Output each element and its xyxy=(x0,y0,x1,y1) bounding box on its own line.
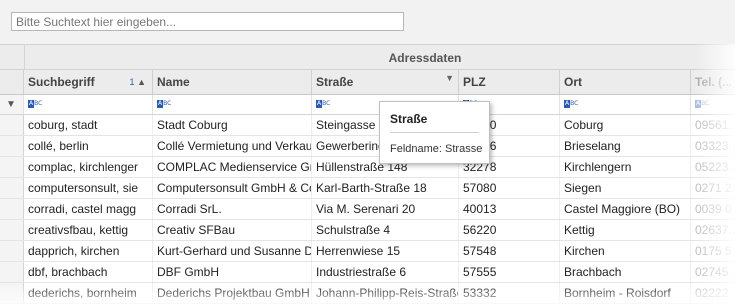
row-indicator[interactable] xyxy=(0,241,24,261)
cell-name[interactable]: Corradi SrL. xyxy=(153,199,312,219)
cell-name[interactable]: Kurt-Gerhard und Susanne D... xyxy=(153,241,312,261)
cell-name[interactable]: Stadt Coburg xyxy=(153,115,312,135)
table-row[interactable]: complac, kirchlenger COMPLAC Medienservic… xyxy=(0,157,735,178)
cell-plz[interactable]: 57080 xyxy=(459,178,560,198)
cell-strasse[interactable]: Via M. Serenari 20 xyxy=(312,199,459,219)
filter-applied-icon[interactable]: ▼ xyxy=(445,70,454,90)
cell-tel[interactable]: 02637... xyxy=(691,220,735,240)
cell-name[interactable]: Computersonsult GmbH & Co.... xyxy=(153,178,312,198)
row-indicator[interactable] xyxy=(0,220,24,240)
tooltip-title: Straße xyxy=(390,112,428,126)
cell-ort[interactable]: Bornheim - Roisdorf xyxy=(560,283,691,303)
cell-name[interactable]: Collé Vermietung und Verkauf... xyxy=(153,136,312,156)
band-header-row: Adressdaten xyxy=(0,44,735,70)
table-row[interactable]: dapprich, kirchen Kurt-Gerhard und Susann… xyxy=(0,241,735,262)
cell-plz[interactable]: 57555 xyxy=(459,262,560,282)
cell-plz[interactable]: 56220 xyxy=(459,220,560,240)
cell-suchbegriff[interactable]: corradi, castel magg xyxy=(24,199,153,219)
row-indicator[interactable] xyxy=(0,136,24,156)
auto-filter-row: ▼ ABC ABC ABC ABC ABC ABC xyxy=(0,95,735,115)
cell-tel[interactable]: 02745... xyxy=(691,262,735,282)
tooltip-body: Feldname: Strasse xyxy=(390,143,483,155)
search-input[interactable] xyxy=(11,12,404,31)
address-grid: Adressdaten Suchbegriff 1 ▲ Name Straße … xyxy=(0,44,735,306)
table-row[interactable]: coburg, stadtStadt CoburgSteingasse 1896… xyxy=(0,115,735,136)
cell-tel[interactable]: 05223... xyxy=(691,157,735,177)
cell-ort[interactable]: Kirchen xyxy=(560,241,691,261)
cell-suchbegriff[interactable]: dapprich, kirchen xyxy=(24,241,153,261)
cell-ort[interactable]: Brachbach xyxy=(560,262,691,282)
column-header-row: Suchbegriff 1 ▲ Name Straße ▼ PLZ Ort Te… xyxy=(0,70,735,95)
row-indicator[interactable] xyxy=(0,283,24,303)
cell-suchbegriff[interactable]: dbf, brachbach xyxy=(24,262,153,282)
cell-strasse[interactable]: Herrenwiese 15 xyxy=(312,241,459,261)
table-row[interactable]: collé, berlin Collé Vermietung und Verkau… xyxy=(0,136,735,157)
cell-tel[interactable]: 0175 5... xyxy=(691,241,735,261)
cell-strasse[interactable]: Johann-Philipp-Reis-Straße 9 xyxy=(312,283,459,303)
cell-tel[interactable]: 03323... xyxy=(691,136,735,156)
row-indicator[interactable] xyxy=(0,178,24,198)
cell-suchbegriff[interactable]: computersonsult, sie xyxy=(24,178,153,198)
header-indicator-cell xyxy=(0,70,24,94)
column-header-suchbegriff[interactable]: Suchbegriff 1 ▲ xyxy=(24,70,153,94)
cell-plz[interactable]: 57548 xyxy=(459,241,560,261)
column-header-plz[interactable]: PLZ xyxy=(459,70,560,94)
cell-suchbegriff[interactable]: creativsfbau, kettig xyxy=(24,220,153,240)
cell-name[interactable]: COMPLAC Medienservice GmbH xyxy=(153,157,312,177)
table-row[interactable]: dbf, brachbach DBF GmbH Industriestraße 65… xyxy=(0,262,735,283)
column-header-label: Straße xyxy=(316,75,354,89)
search-bar xyxy=(0,0,735,44)
cell-tel[interactable]: 02222... xyxy=(691,283,735,303)
cell-suchbegriff[interactable]: complac, kirchlenger xyxy=(24,157,153,177)
funnel-icon: ▼ xyxy=(6,99,16,110)
cell-suchbegriff[interactable]: coburg, stadt xyxy=(24,115,153,135)
table-row[interactable]: dederichs, bornheim Dederichs Projektbau … xyxy=(0,283,735,304)
filter-cell-ort[interactable]: ABC xyxy=(560,95,691,114)
column-tooltip: Straße Feldname: Strasse xyxy=(379,101,490,164)
cell-tel[interactable]: 0039 0... xyxy=(691,199,735,219)
cell-ort[interactable]: Siegen xyxy=(560,178,691,198)
filter-cell-tel[interactable]: ABC xyxy=(691,95,735,114)
abc-text-icon: ABC xyxy=(564,100,579,108)
table-row[interactable]: creativsfbau, kettig Creativ SFBau Schulst… xyxy=(0,220,735,241)
cell-plz[interactable]: 53332 xyxy=(459,283,560,303)
band-title-adressdaten[interactable]: Adressdaten xyxy=(24,45,735,70)
sort-ascending-icon: 1 ▲ xyxy=(129,77,146,87)
abc-text-icon: ABC xyxy=(316,100,331,108)
cell-suchbegriff[interactable]: collé, berlin xyxy=(24,136,153,156)
filter-cell-name[interactable]: ABC xyxy=(153,95,312,114)
cell-ort[interactable]: Brieselang xyxy=(560,136,691,156)
cell-name[interactable]: Dederichs Projektbau GmbH xyxy=(153,283,312,303)
cell-strasse[interactable]: Schulstraße 4 xyxy=(312,220,459,240)
abc-text-icon: ABC xyxy=(157,100,172,108)
row-indicator[interactable] xyxy=(0,199,24,219)
cell-ort[interactable]: Coburg xyxy=(560,115,691,135)
column-header-strasse[interactable]: Straße ▼ xyxy=(312,70,459,94)
cell-strasse[interactable]: Industriestraße 6 xyxy=(312,262,459,282)
cell-tel[interactable]: 0271 2... xyxy=(691,178,735,198)
column-header-tel[interactable]: Tel. (... xyxy=(691,70,735,94)
cell-tel[interactable]: 09561... xyxy=(691,115,735,135)
cell-ort[interactable]: Kettig xyxy=(560,220,691,240)
abc-text-icon: ABC xyxy=(695,100,710,108)
filter-row-indicator: ▼ xyxy=(0,95,24,114)
cell-ort[interactable]: Castel Maggiore (BO) xyxy=(560,199,691,219)
row-indicator[interactable] xyxy=(0,262,24,282)
cell-suchbegriff[interactable]: dederichs, bornheim xyxy=(24,283,153,303)
table-row[interactable]: corradi, castel magg Corradi SrL. Via M. S… xyxy=(0,199,735,220)
row-indicator[interactable] xyxy=(0,157,24,177)
row-indicator[interactable] xyxy=(0,115,24,135)
table-row[interactable]: computersonsult, sie Computersonsult GmbH… xyxy=(0,178,735,199)
cell-ort[interactable]: Kirchlengern xyxy=(560,157,691,177)
cell-name[interactable]: DBF GmbH xyxy=(153,262,312,282)
filter-cell-suchbegriff[interactable]: ABC xyxy=(24,95,153,114)
abc-text-icon: ABC xyxy=(28,100,43,108)
column-header-ort[interactable]: Ort xyxy=(560,70,691,94)
cell-strasse[interactable]: Karl-Barth-Straße 18 xyxy=(312,178,459,198)
column-header-name[interactable]: Name xyxy=(153,70,312,94)
cell-name[interactable]: Creativ SFBau xyxy=(153,220,312,240)
tooltip-divider xyxy=(390,132,479,133)
cell-plz[interactable]: 40013 xyxy=(459,199,560,219)
column-header-label: Suchbegriff xyxy=(28,75,95,89)
